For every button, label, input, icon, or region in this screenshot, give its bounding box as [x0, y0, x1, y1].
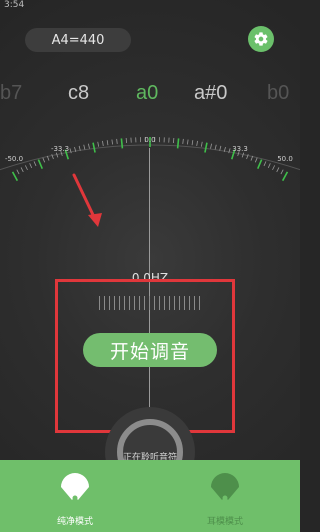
settings-button[interactable]	[248, 26, 274, 52]
note-item-active[interactable]: a0	[136, 82, 158, 105]
scale-minor-tick	[214, 144, 217, 150]
tab-pure-mode[interactable]: 纯净模式	[0, 460, 150, 532]
scale-label: 33.3	[232, 145, 248, 153]
scale-minor-tick	[280, 169, 284, 175]
status-bar: 3:54	[0, 0, 300, 14]
scale-minor-tick	[267, 163, 271, 169]
pitch-reference-label: A4=440	[51, 32, 105, 48]
scale-minor-tick	[106, 140, 109, 146]
tuning-fan-icon	[61, 473, 89, 501]
scale-minor-tick	[20, 167, 24, 173]
tab-label: 耳模模式	[206, 517, 243, 527]
scale-minor-tick	[276, 167, 280, 173]
note-item[interactable]: a#0	[194, 82, 227, 105]
start-tuning-button[interactable]: 开始调音	[83, 333, 217, 367]
tuning-fan-icon	[211, 473, 239, 501]
scale-label: 0.0	[144, 136, 155, 144]
scale-minor-tick	[16, 169, 20, 175]
note-item[interactable]: b7	[0, 82, 22, 105]
scale-label: -33.3	[51, 145, 69, 153]
scale-minor-tick	[88, 143, 90, 149]
scale-label: 50.0	[277, 155, 293, 163]
cents-scale: -50.0 -33.3 0.0 33.3 50.0	[0, 136, 300, 182]
note-item[interactable]: b0	[267, 82, 289, 105]
scale-minor-tick	[102, 140, 104, 146]
scale-major-tick	[281, 171, 289, 182]
scale-minor-tick	[24, 165, 28, 171]
scale-minor-tick	[272, 165, 276, 171]
tuner-screen: 3:54 A4=440 b7 c8 a0 a#0 b0 -50.0 -33.3 …	[0, 0, 300, 532]
scale-minor-tick	[191, 140, 194, 146]
tab-ear-mode[interactable]: 耳模模式	[150, 460, 300, 532]
scale-minor-tick	[187, 139, 189, 145]
annotation-arrow	[72, 173, 102, 227]
scale-minor-tick	[200, 141, 203, 147]
scale-minor-tick	[263, 161, 267, 167]
scale-major-tick	[11, 171, 19, 182]
scale-major-tick	[120, 138, 124, 149]
start-tuning-label: 开始调音	[109, 340, 190, 363]
scale-minor-tick	[182, 138, 184, 144]
scale-major-tick	[204, 142, 208, 153]
status-time: 3:54	[4, 0, 25, 10]
scale-label: -50.0	[5, 155, 23, 163]
bottom-nav: 纯净模式 耳模模式	[0, 460, 300, 532]
scale-major-tick	[176, 138, 180, 149]
scale-minor-tick	[33, 161, 37, 167]
tab-label: 纯净模式	[56, 517, 93, 527]
gear-icon	[254, 32, 268, 46]
note-item[interactable]: c8	[68, 82, 89, 105]
scale-minor-tick	[42, 157, 46, 163]
scale-major-tick	[92, 142, 96, 153]
scale-minor-tick	[196, 140, 198, 146]
pitch-reference-button[interactable]: A4=440	[25, 28, 131, 52]
note-selector: b7 c8 a0 a#0 b0	[0, 82, 300, 112]
scale-minor-tick	[83, 144, 86, 150]
scale-minor-tick	[254, 157, 258, 163]
scale-minor-tick	[116, 138, 118, 144]
scale-minor-tick	[111, 139, 113, 145]
scale-major-tick	[37, 159, 44, 170]
scale-major-tick	[256, 159, 263, 170]
scale-minor-tick	[210, 143, 212, 149]
scale-minor-tick	[97, 141, 100, 147]
scale-minor-tick	[29, 163, 33, 169]
